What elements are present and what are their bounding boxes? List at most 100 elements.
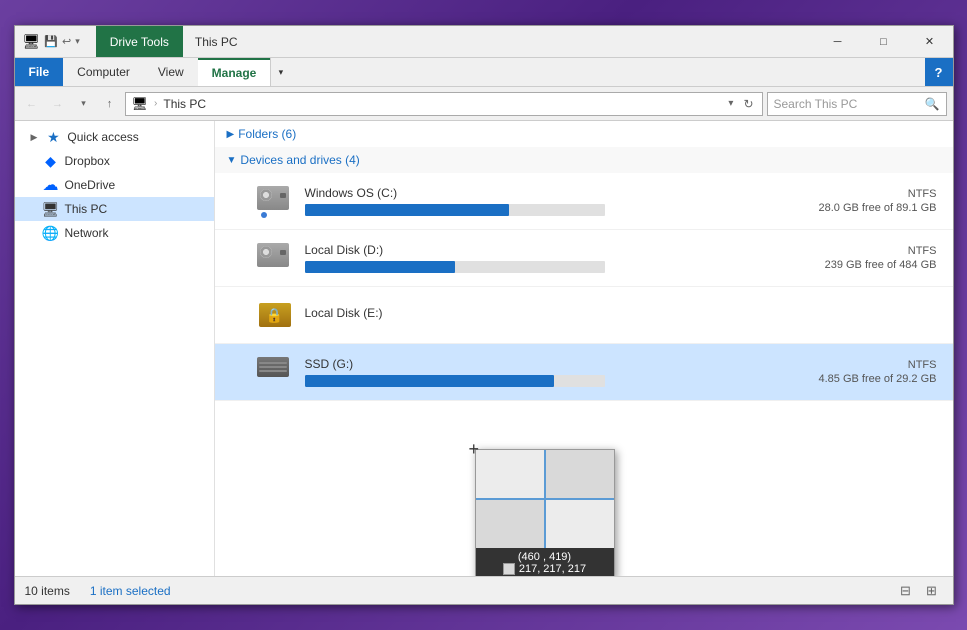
magnifier-color-value: 217, 217, 217 <box>519 563 586 575</box>
ribbon-dropdown-arrow[interactable]: ▾ <box>270 58 290 86</box>
drive-icon-e: 🔒 <box>255 295 295 335</box>
devices-section-label: Devices and drives (4) <box>240 153 359 167</box>
drive-name-c: Windows OS (C:) <box>305 186 777 200</box>
magnifier-crosshair-vertical <box>544 450 546 548</box>
magnifier-canvas <box>476 450 614 548</box>
devices-chevron-icon: ▼ <box>227 155 237 166</box>
drive-name-d: Local Disk (D:) <box>305 243 777 257</box>
drive-info-g: SSD (G:) <box>305 357 777 387</box>
sidebar-item-dropbox[interactable]: ◆ Dropbox <box>15 149 214 173</box>
up-button[interactable]: ↑ <box>99 93 121 115</box>
magnifier-color-swatch <box>503 563 515 575</box>
drive-item-c[interactable]: Windows OS (C:) NTFS 28.0 GB free of 89.… <box>215 173 953 230</box>
network-icon: 🌐 <box>43 225 59 241</box>
view-details-button[interactable]: ⊟ <box>895 580 917 602</box>
drive-item-g[interactable]: SSD (G:) NTFS 4.85 GB free of 29.2 GB <box>215 344 953 401</box>
maximize-button[interactable]: □ <box>861 26 907 58</box>
tab-computer[interactable]: Computer <box>63 58 144 86</box>
search-label: Search This PC <box>774 97 858 111</box>
drive-bar-c <box>305 204 605 216</box>
drive-item-e[interactable]: 🔒 Local Disk (E:) <box>215 287 953 344</box>
folders-section-header[interactable]: ▶ Folders (6) <box>215 121 953 147</box>
folders-section-label: Folders (6) <box>238 127 296 141</box>
this-pc-icon: 🖥 <box>43 201 59 217</box>
drive-info-d: Local Disk (D:) <box>305 243 777 273</box>
drive-space-d: 239 GB free of 484 GB <box>825 259 937 271</box>
breadcrumb-this-pc: This PC <box>163 97 206 111</box>
refresh-button[interactable]: ↻ <box>741 97 755 111</box>
sidebar-label-network: Network <box>65 226 109 240</box>
content-wrapper: ▶ Folders (6) ▼ Devices and drives (4) <box>215 121 953 576</box>
drive-tools-tab[interactable]: Drive Tools <box>96 26 183 57</box>
tab-file[interactable]: File <box>15 58 64 86</box>
address-bar: ← → ▾ ↑ 🖥 › This PC ▾ ↻ Search This PC 🔍 <box>15 87 953 121</box>
window-controls: ─ □ ✕ <box>815 26 953 57</box>
forward-button[interactable]: → <box>47 93 69 115</box>
magnifier-popup: (460 , 419) 217, 217, 217 <box>475 449 615 576</box>
quick-access-icon: ★ <box>45 129 61 145</box>
sidebar-label-dropbox: Dropbox <box>65 154 110 168</box>
recent-button[interactable]: ▾ <box>73 93 95 115</box>
sidebar-item-quick-access[interactable]: ▶ ★ Quick access <box>15 125 214 149</box>
selected-label: 1 item selected <box>90 584 171 598</box>
main-area: ▶ ★ Quick access ◆ Dropbox ☁ OneDrive 🖥 … <box>15 121 953 576</box>
sidebar-item-network[interactable]: 🌐 Network <box>15 221 214 245</box>
drive-fs-c: NTFS <box>908 188 937 200</box>
drive-bar-fill-c <box>305 204 509 216</box>
ribbon: File Computer View Manage ▾ ? <box>15 58 953 87</box>
item-count: 10 items <box>25 584 70 598</box>
drive-bar-fill-g <box>305 375 554 387</box>
tab-view[interactable]: View <box>144 58 198 86</box>
help-button[interactable]: ? <box>925 58 953 86</box>
status-view-icons: ⊟ ⊞ <box>895 580 943 602</box>
title-dropdown-icon[interactable]: ▾ <box>75 36 80 47</box>
close-button[interactable]: ✕ <box>907 26 953 58</box>
content-area: ▶ Folders (6) ▼ Devices and drives (4) <box>215 121 953 576</box>
drive-meta-d: NTFS 239 GB free of 484 GB <box>777 245 937 271</box>
drive-meta-g: NTFS 4.85 GB free of 29.2 GB <box>777 359 937 385</box>
folders-chevron-icon: ▶ <box>227 129 235 140</box>
drive-icon-c <box>255 181 295 221</box>
window-icon: 🖥 <box>23 33 41 50</box>
drive-name-g: SSD (G:) <box>305 357 777 371</box>
search-icon[interactable]: 🔍 <box>925 97 940 111</box>
address-chevron-icon[interactable]: ▾ <box>724 98 737 109</box>
quick-save-icon[interactable]: 💾 <box>44 35 58 48</box>
sidebar-item-this-pc[interactable]: 🖥 This PC <box>15 197 214 221</box>
status-bar: 10 items 1 item selected ⊟ ⊞ <box>15 576 953 604</box>
drive-info-c: Windows OS (C:) <box>305 186 777 216</box>
minimize-button[interactable]: ─ <box>815 26 861 58</box>
title-bar-left: 🖥 💾 ↩ ▾ <box>15 26 88 57</box>
search-box[interactable]: Search This PC 🔍 <box>767 92 947 116</box>
drive-fs-g: NTFS <box>908 359 937 371</box>
path-computer-icon: 🖥 <box>132 96 149 112</box>
tab-manage[interactable]: Manage <box>198 58 271 86</box>
drive-bar-g <box>305 375 605 387</box>
main-window: 🖥 💾 ↩ ▾ Drive Tools This PC ─ □ ✕ File C… <box>14 25 954 605</box>
devices-section-header[interactable]: ▼ Devices and drives (4) <box>215 147 953 173</box>
onedrive-icon: ☁ <box>43 177 59 193</box>
magnifier-coords: (460 , 419) 217, 217, 217 <box>476 548 614 576</box>
address-input[interactable]: 🖥 › This PC ▾ ↻ <box>125 92 763 116</box>
drive-space-c: 28.0 GB free of 89.1 GB <box>818 202 936 214</box>
sidebar-item-onedrive[interactable]: ☁ OneDrive <box>15 173 214 197</box>
drive-icon-g <box>255 352 295 392</box>
undo-icon[interactable]: ↩ <box>62 35 71 48</box>
title-bar: 🖥 💾 ↩ ▾ Drive Tools This PC ─ □ ✕ <box>15 26 953 58</box>
sidebar-label-this-pc: This PC <box>65 202 108 216</box>
sidebar: ▶ ★ Quick access ◆ Dropbox ☁ OneDrive 🖥 … <box>15 121 215 576</box>
magnifier-color-row: 217, 217, 217 <box>482 563 608 575</box>
back-button[interactable]: ← <box>21 93 43 115</box>
window-title: This PC <box>187 35 815 49</box>
sidebar-label-quick-access: Quick access <box>67 130 138 144</box>
drive-bar-d <box>305 261 605 273</box>
drive-item-d[interactable]: Local Disk (D:) NTFS 239 GB free of 484 … <box>215 230 953 287</box>
view-large-icons-button[interactable]: ⊞ <box>921 580 943 602</box>
drive-name-e: Local Disk (E:) <box>305 306 777 320</box>
drive-fs-d: NTFS <box>908 245 937 257</box>
drive-icon-d <box>255 238 295 278</box>
ribbon-tabs: File Computer View Manage ▾ ? <box>15 58 953 86</box>
drive-space-g: 4.85 GB free of 29.2 GB <box>818 373 936 385</box>
cursor-area: + (46 <box>471 449 611 576</box>
sidebar-label-onedrive: OneDrive <box>65 178 116 192</box>
